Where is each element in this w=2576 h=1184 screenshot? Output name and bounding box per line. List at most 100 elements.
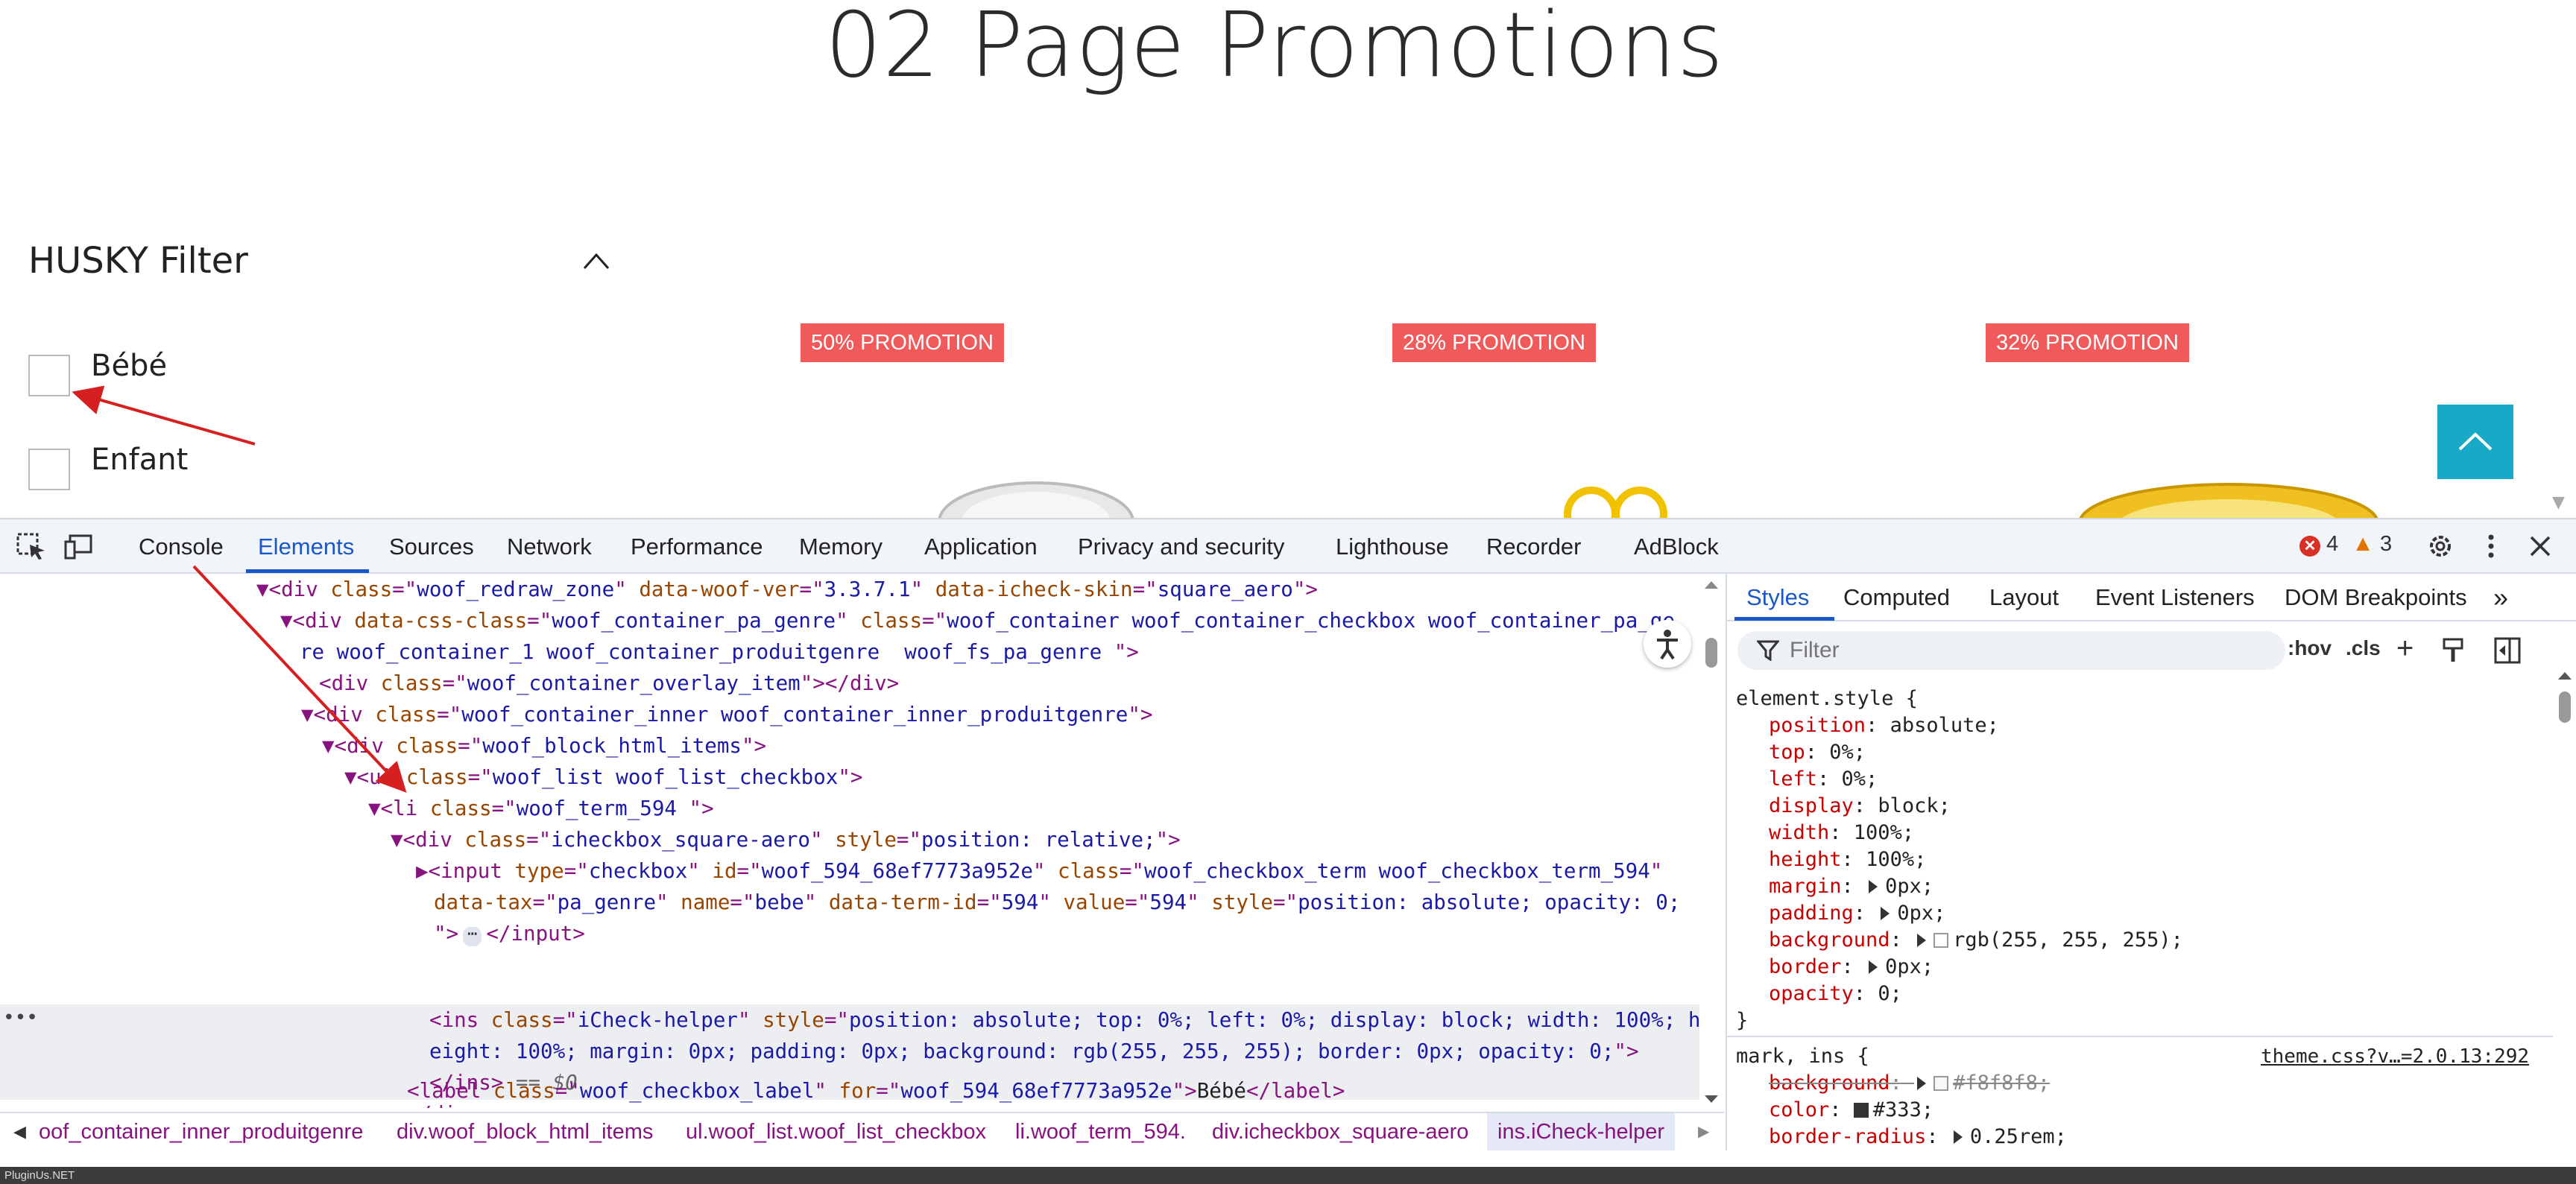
expand-arrow-icon[interactable] [1881, 907, 1890, 920]
styles-filter[interactable] [1737, 631, 2285, 670]
product-image-earrings[interactable] [1558, 477, 1677, 518]
css-prop-color[interactable]: color: #333; [1769, 1097, 1933, 1124]
tab-styles[interactable]: Styles [1746, 574, 1809, 621]
checkbox-label-enfant[interactable]: Enfant [91, 443, 188, 477]
checkbox-enfant[interactable] [28, 449, 70, 490]
css-prop-position[interactable]: position: absolute; [1769, 712, 1999, 739]
gear-icon[interactable] [2424, 531, 2457, 561]
rule-close-brace: } [1736, 1009, 1749, 1032]
tab-memory[interactable]: Memory [799, 519, 883, 574]
checkbox-bebe[interactable] [28, 355, 70, 396]
dom-node-input-checkbox[interactable]: ▶<input type="checkbox" id="woof_594_68e… [416, 855, 1662, 887]
expand-arrow-icon[interactable] [1869, 880, 1878, 893]
ellipsis-badge[interactable]: ⋯ [463, 926, 482, 946]
tab-privacy-and-security[interactable]: Privacy and security [1078, 519, 1284, 574]
tab-console[interactable]: Console [139, 519, 224, 574]
dom-node-redraw-zone[interactable]: ▼<div class="woof_redraw_zone" data-woof… [256, 574, 1318, 605]
dom-node-icheckbox[interactable]: ▼<div class="icheckbox_square-aero" styl… [391, 824, 1181, 855]
tab-performance[interactable]: Performance [631, 519, 763, 574]
dom-node-icheck-helper[interactable]: <ins class="iCheck-helper" style="positi… [429, 1004, 1700, 1036]
dom-node-block-html-items[interactable]: ▼<div class="woof_block_html_items"> [322, 730, 766, 762]
sidebar-toggle-icon[interactable] [2493, 636, 2522, 665]
breadcrumb-item[interactable]: div.woof_block_html_items [397, 1113, 653, 1150]
more-options-icon[interactable] [2475, 531, 2507, 561]
dom-node-woof-list[interactable]: ▼<ul class="woof_list woof_list_checkbox… [344, 762, 862, 793]
breadcrumb-scroll-right[interactable]: ▶ [1698, 1113, 1709, 1150]
devtools-panel: Console Elements Sources Network Perform… [0, 518, 2576, 1167]
warning-count: 3 [2380, 532, 2393, 556]
breadcrumb-item[interactable]: oof_container_inner_produitgenre [39, 1113, 363, 1150]
expand-arrow-icon[interactable] [1869, 960, 1878, 974]
tab-layout[interactable]: Layout [1989, 574, 2059, 621]
dom-node-input-checkbox-wrap: data-tax="pa_genre" name="bebe" data-ter… [434, 890, 1681, 914]
rule-selector-mark-ins[interactable]: mark, ins { [1736, 1043, 1869, 1070]
css-prop-left[interactable]: left: 0%; [1769, 766, 1878, 793]
styles-filter-input[interactable] [1790, 636, 2267, 665]
styles-scrollbar[interactable] [2554, 672, 2575, 1149]
product-image-ring-silver[interactable] [932, 477, 1140, 518]
css-prop-top[interactable]: top: 0%; [1769, 739, 1866, 766]
dom-scrollbar[interactable] [1701, 581, 1722, 1103]
status-bar: PluginUs.NET [0, 1167, 2576, 1184]
breadcrumb-item[interactable]: div.icheckbox_square-aero [1212, 1113, 1468, 1150]
css-prop-height[interactable]: height: 100%; [1769, 846, 1926, 873]
scroll-down-arrow-icon[interactable]: ▼ [2552, 493, 2565, 512]
tab-dom-breakpoints[interactable]: DOM Breakpoints [2285, 574, 2467, 621]
inspect-element-icon[interactable] [15, 531, 48, 561]
css-prop-border[interactable]: border: 0px; [1769, 954, 1933, 981]
css-prop-margin[interactable]: margin: 0px; [1769, 873, 1933, 900]
class-toggle[interactable]: .cls [2346, 636, 2381, 660]
tab-event-listeners[interactable]: Event Listeners [2095, 574, 2255, 621]
tab-recorder[interactable]: Recorder [1486, 519, 1582, 574]
dom-node-overlay-item[interactable]: <div class="woof_container_overlay_item"… [319, 668, 899, 699]
more-tabs-icon[interactable]: » [2493, 574, 2508, 621]
css-prop-opacity[interactable]: opacity: 0; [1769, 981, 1902, 1007]
dom-node-checkbox-label[interactable]: <label class="woof_checkbox_label" for="… [407, 1075, 1345, 1107]
tab-network[interactable]: Network [507, 519, 592, 574]
tab-lighthouse[interactable]: Lighthouse [1336, 519, 1449, 574]
css-prop-border-radius[interactable]: border-radius: 0.25rem; [1769, 1124, 2067, 1150]
color-swatch[interactable] [1933, 933, 1949, 948]
css-prop-padding[interactable]: padding: 0px; [1769, 900, 1945, 927]
color-swatch[interactable] [1933, 1076, 1949, 1091]
filter-title: HUSKY Filter [28, 240, 248, 282]
dom-node-container-inner[interactable]: ▼<div class="woof_container_inner woof_c… [301, 699, 1152, 730]
tab-sources[interactable]: Sources [389, 519, 474, 574]
tab-elements[interactable]: Elements [258, 519, 354, 574]
color-swatch[interactable] [1853, 1103, 1869, 1118]
dom-node-woof-term[interactable]: ▼<li class="woof_term_594 "> [368, 793, 714, 824]
breadcrumb-scroll-left[interactable]: ◀ [13, 1113, 26, 1150]
chevron-up-icon[interactable] [581, 250, 611, 271]
css-prop-display[interactable]: display: block; [1769, 793, 1951, 820]
paint-brush-icon[interactable] [2441, 636, 2466, 665]
expand-arrow-icon[interactable] [1917, 1077, 1927, 1090]
tab-computed[interactable]: Computed [1843, 574, 1950, 621]
css-prop-width[interactable]: width: 100%; [1769, 820, 1914, 846]
dom-node-container-pa-genre[interactable]: ▼<div data-css-class="woof_container_pa_… [280, 605, 1675, 636]
tab-adblock[interactable]: AdBlock [1634, 519, 1719, 574]
new-rule-plus-icon[interactable]: + [2396, 632, 2414, 665]
accessibility-icon[interactable] [1644, 620, 1691, 668]
breadcrumb-item-selected[interactable]: ins.iCheck-helper [1487, 1113, 1676, 1150]
node-actions-dots[interactable]: ••• [3, 1004, 38, 1036]
rule-source-link[interactable]: theme.css?v…=2.0.13:292 [2261, 1043, 2529, 1070]
expand-arrow-icon[interactable] [1917, 934, 1927, 947]
issues-counter[interactable]: ✕ 4 ▲ 3 [2299, 531, 2392, 557]
dom-node-input-checkbox-end: "> ⋯ </input> [434, 922, 585, 946]
breadcrumb-item[interactable]: li.woof_term_594. [1015, 1113, 1186, 1150]
promo-badge: 28% PROMOTION [1392, 323, 1596, 362]
css-prop-background-overridden[interactable]: background: #f8f8f8; [1769, 1070, 2050, 1097]
css-prop-background[interactable]: background: rgb(255, 255, 255); [1769, 927, 2183, 954]
expand-arrow-icon[interactable] [1953, 1130, 1963, 1144]
device-toggle-icon[interactable] [64, 531, 97, 561]
hover-state-toggle[interactable]: :hov [2288, 636, 2332, 660]
product-image-ring-gold[interactable] [2072, 477, 2385, 518]
element-style-selector[interactable]: element.style { [1736, 686, 1918, 712]
checkbox-label-bebe[interactable]: Bébé [91, 349, 167, 383]
promo-badge: 32% PROMOTION [1986, 323, 2189, 362]
breadcrumb-item[interactable]: ul.woof_list.woof_list_checkbox [686, 1113, 986, 1150]
dom-tree[interactable]: ••• ▼<div class="woof_redraw_zone" data-… [0, 574, 1724, 1108]
scroll-to-top-button[interactable] [2437, 405, 2513, 479]
tab-application[interactable]: Application [924, 519, 1038, 574]
close-icon[interactable] [2524, 531, 2557, 561]
